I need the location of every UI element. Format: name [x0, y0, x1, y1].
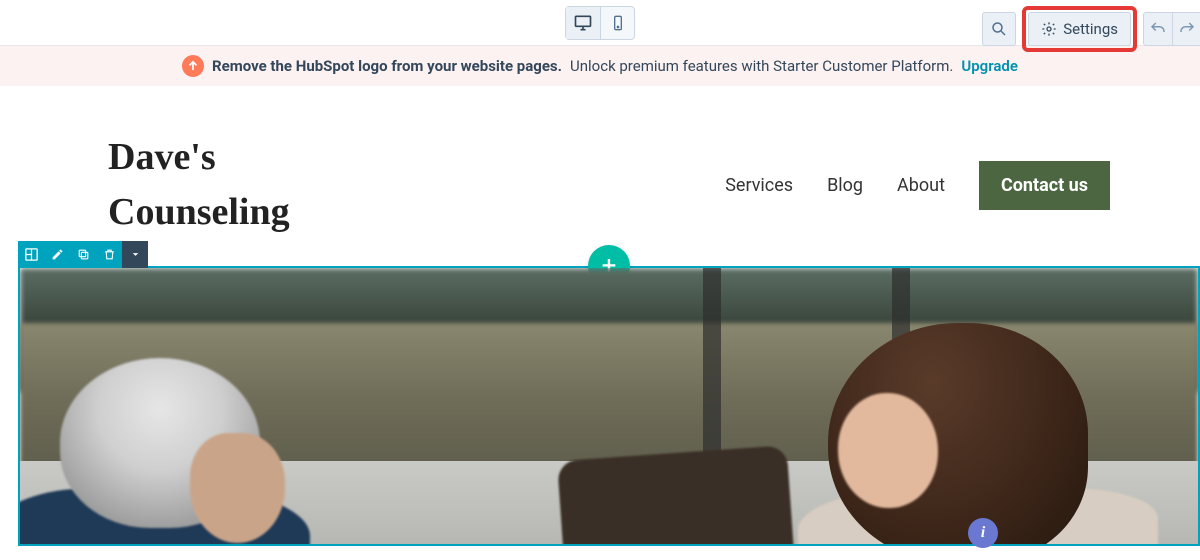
phone-icon — [610, 14, 626, 32]
info-badge[interactable]: i — [968, 518, 998, 548]
delete-tool[interactable] — [96, 241, 122, 268]
monitor-icon — [573, 13, 593, 33]
nav-about[interactable]: About — [897, 175, 945, 196]
layout-tool[interactable] — [18, 241, 44, 268]
hero-section[interactable]: + i — [18, 266, 1200, 546]
arrow-up-icon — [186, 59, 200, 73]
mobile-view-button[interactable] — [600, 7, 634, 39]
columns-icon — [24, 247, 39, 262]
site-header: Dave's Counseling Services Blog About Co… — [18, 100, 1200, 266]
gear-icon — [1041, 21, 1057, 37]
nav-services[interactable]: Services — [725, 175, 793, 196]
settings-label: Settings — [1063, 20, 1118, 38]
pencil-icon — [51, 248, 64, 261]
contact-us-button[interactable]: Contact us — [979, 161, 1110, 210]
chevron-down-icon — [130, 249, 141, 260]
nav-blog[interactable]: Blog — [827, 175, 863, 196]
hero-image — [20, 268, 1198, 544]
copy-icon — [77, 248, 90, 261]
device-toggle — [565, 6, 635, 40]
undo-redo-group — [1143, 12, 1200, 46]
clone-tool[interactable] — [70, 241, 96, 268]
redo-icon — [1178, 20, 1196, 38]
undo-button[interactable] — [1144, 13, 1172, 45]
search-button[interactable] — [982, 12, 1016, 46]
section-toolbar — [18, 241, 148, 268]
promo-body-text: Unlock premium features with Starter Cus… — [570, 57, 953, 75]
upgrade-link[interactable]: Upgrade — [961, 57, 1018, 75]
upgrade-icon — [182, 55, 204, 77]
upgrade-banner: Remove the HubSpot logo from your websit… — [0, 46, 1200, 86]
trash-icon — [103, 248, 116, 261]
promo-bold-text: Remove the HubSpot logo from your websit… — [212, 57, 562, 75]
search-icon — [990, 20, 1008, 38]
settings-highlight: Settings — [1022, 6, 1137, 52]
edit-tool[interactable] — [44, 241, 70, 268]
site-nav: Services Blog About Contact us — [725, 161, 1110, 210]
site-logo[interactable]: Dave's Counseling — [108, 130, 368, 240]
more-tool[interactable] — [122, 241, 148, 268]
redo-button[interactable] — [1172, 13, 1200, 45]
page-canvas: Dave's Counseling Services Blog About Co… — [18, 100, 1200, 560]
undo-icon — [1149, 20, 1167, 38]
settings-button[interactable]: Settings — [1028, 12, 1131, 46]
desktop-view-button[interactable] — [566, 7, 600, 39]
